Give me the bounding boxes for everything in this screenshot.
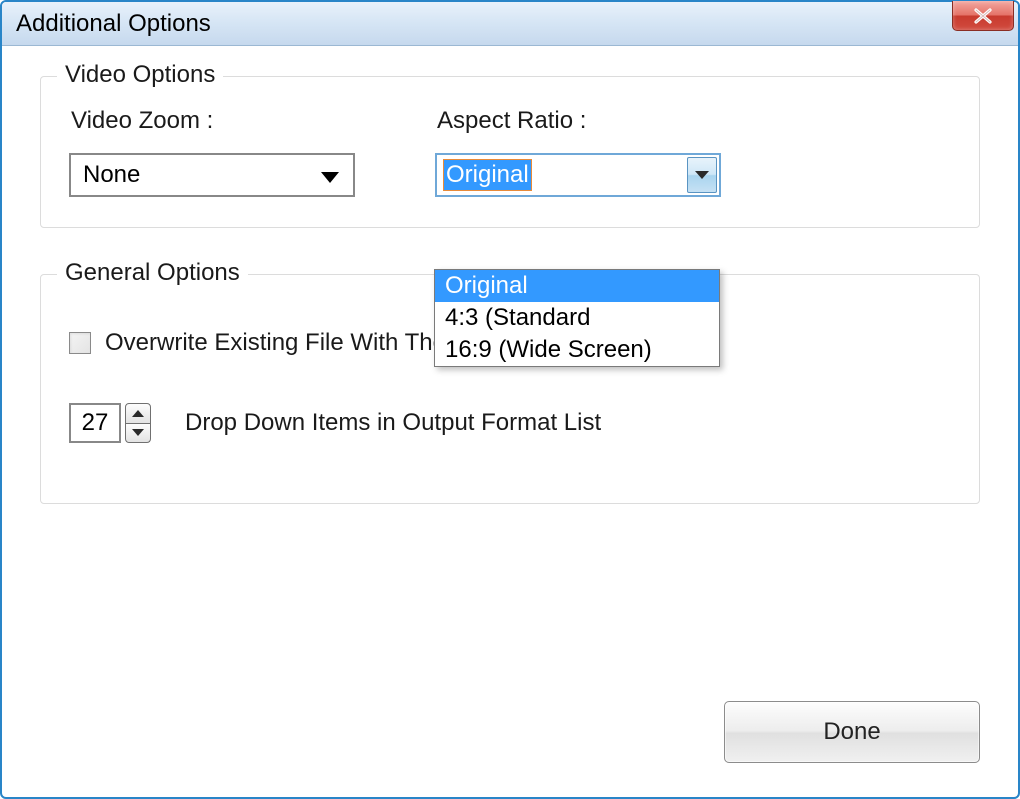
client-area: Video Options Video Zoom : None Aspect R… bbox=[2, 46, 1018, 797]
spinner-up-button[interactable] bbox=[125, 403, 151, 424]
dropdown-count-input[interactable]: 27 bbox=[69, 403, 121, 443]
dialog-window: Additional Options Video Options Video Z… bbox=[0, 0, 1020, 799]
aspect-ratio-value: Original bbox=[443, 159, 532, 191]
video-options-group: Video Options Video Zoom : None Aspect R… bbox=[40, 76, 980, 228]
titlebar: Additional Options bbox=[2, 2, 1018, 46]
chevron-down-icon bbox=[132, 429, 144, 436]
done-button[interactable]: Done bbox=[724, 701, 980, 763]
video-zoom-combo[interactable]: None bbox=[69, 153, 355, 197]
aspect-option-16-9[interactable]: 16:9 (Wide Screen) bbox=[435, 334, 719, 366]
dropdown-count-spinbox: 27 bbox=[69, 403, 151, 443]
aspect-option-4-3[interactable]: 4:3 (Standard bbox=[435, 302, 719, 334]
video-zoom-label: Video Zoom : bbox=[69, 107, 355, 135]
aspect-ratio-label: Aspect Ratio : bbox=[435, 107, 721, 135]
aspect-ratio-combo[interactable]: Original bbox=[435, 153, 721, 197]
overwrite-checkbox[interactable] bbox=[69, 332, 91, 354]
dropdown-count-spinner bbox=[125, 403, 151, 443]
done-button-label: Done bbox=[823, 718, 880, 746]
aspect-option-original[interactable]: Original bbox=[435, 270, 719, 302]
chevron-up-icon bbox=[132, 410, 144, 417]
dropdown-count-label: Drop Down Items in Output Format List bbox=[185, 409, 601, 437]
aspect-ratio-inner: Original bbox=[437, 155, 685, 195]
chevron-down-icon bbox=[321, 172, 339, 183]
aspect-ratio-field: Aspect Ratio : Original bbox=[435, 107, 721, 197]
close-button[interactable] bbox=[952, 1, 1014, 31]
aspect-ratio-drop-button[interactable] bbox=[687, 157, 717, 193]
close-icon bbox=[969, 8, 997, 24]
aspect-ratio-dropdown: Original 4:3 (Standard 16:9 (Wide Screen… bbox=[434, 269, 720, 367]
video-options-legend: Video Options bbox=[57, 61, 223, 89]
spinner-down-button[interactable] bbox=[125, 424, 151, 444]
dropdown-count-row: 27 Drop Down Items in Output Format List bbox=[69, 403, 951, 443]
video-zoom-field: Video Zoom : None bbox=[69, 107, 355, 197]
chevron-down-icon bbox=[695, 171, 709, 179]
window-title: Additional Options bbox=[16, 10, 211, 38]
general-options-legend: General Options bbox=[57, 259, 248, 287]
video-options-row: Video Zoom : None Aspect Ratio : Origina… bbox=[69, 107, 951, 197]
video-zoom-value: None bbox=[83, 161, 140, 189]
